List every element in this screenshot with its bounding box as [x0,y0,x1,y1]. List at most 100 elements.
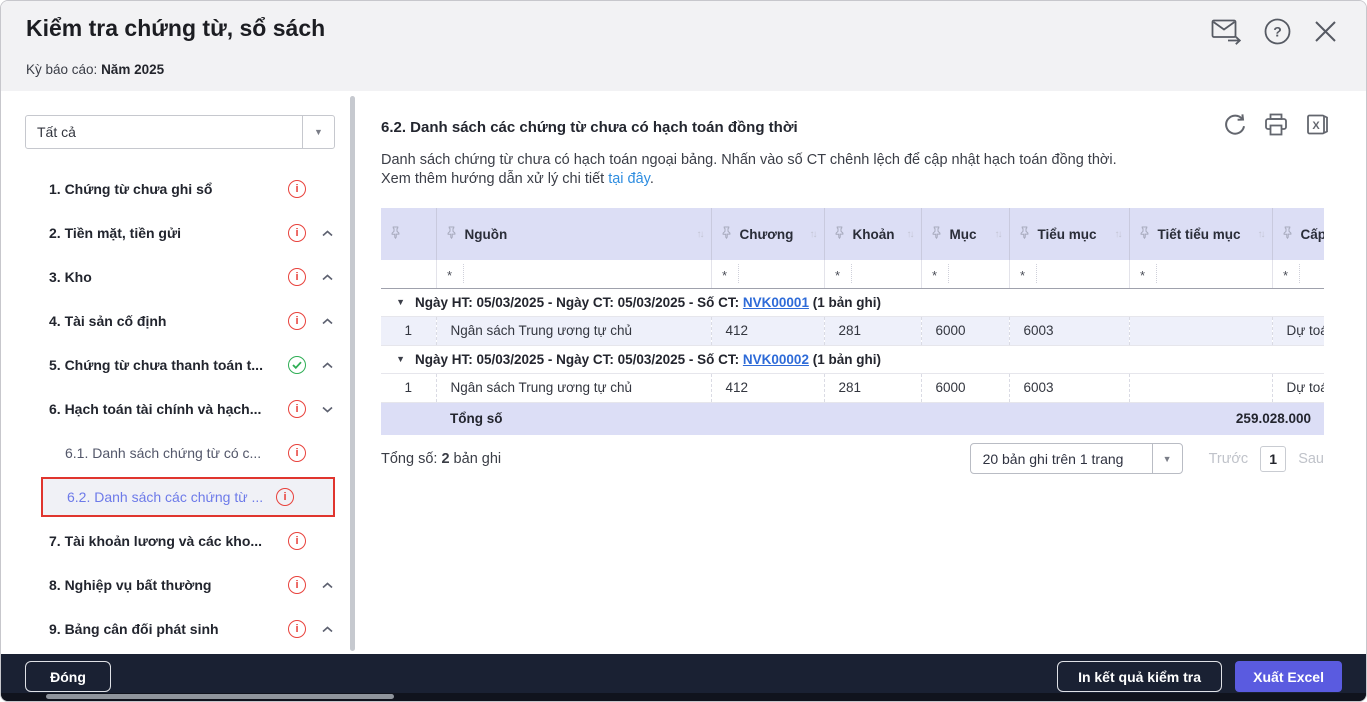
expand-triangle-icon[interactable]: ▼ [381,297,415,307]
sidebar-scrollbar[interactable] [349,96,357,651]
sidebar-item[interactable]: 5. Chứng từ chưa thanh toán t... [1,343,349,387]
filter-input[interactable] [1156,264,1272,283]
dropdown-arrow-icon[interactable]: ▼ [302,116,334,148]
prev-page-button[interactable]: Trước [1209,451,1249,467]
current-page-box[interactable]: 1 [1260,446,1286,472]
filter-cell[interactable]: * [1272,260,1324,288]
sidebar-item[interactable]: 6. Hạch toán tài chính và hạch...i [1,387,349,431]
filter-operator[interactable]: * [1273,264,1299,283]
chevron-up-icon[interactable] [307,274,333,281]
column-header[interactable] [381,208,436,260]
filter-operator[interactable]: * [1010,264,1036,283]
svg-text:X: X [1312,120,1320,132]
horizontal-scrollbar-thumb[interactable] [46,694,394,699]
sidebar-item[interactable]: 3. Khoi [1,255,349,299]
export-excel-button[interactable]: Xuất Excel [1235,661,1342,692]
sidebar-item[interactable]: 6.1. Danh sách chứng từ có c...i [1,431,349,475]
filter-input[interactable] [851,264,921,283]
next-page-button[interactable]: Sau [1298,451,1324,467]
pin-icon[interactable] [834,226,845,242]
sidebar-item[interactable]: 9. Bảng cân đối phát sinhi [1,607,349,651]
chevron-up-icon[interactable] [307,318,333,325]
filter-cell[interactable]: * [436,260,711,288]
column-header[interactable]: Khoản↑↓ [824,208,921,260]
table-row[interactable]: 1Ngân sách Trung ương tự chủ412281600060… [381,316,1324,345]
table-cell: Ngân sách Trung ương tự chủ [436,373,711,402]
pin-icon[interactable] [1019,226,1030,242]
sidebar-scrollbar-thumb[interactable] [350,96,355,651]
horizontal-scrollbar[interactable] [1,693,1366,701]
column-header-label: Tiết tiểu mục [1150,227,1258,242]
filter-cell[interactable]: * [1009,260,1129,288]
column-header[interactable]: Tiết tiểu mục↑↓ [1129,208,1272,260]
sidebar-item[interactable]: 4. Tài sản cố địnhi [1,299,349,343]
pin-icon[interactable] [1282,226,1293,242]
filter-cell[interactable]: * [1129,260,1272,288]
filter-cell[interactable]: * [711,260,824,288]
mail-send-icon[interactable] [1211,18,1242,45]
filter-input[interactable] [948,264,1009,283]
print-results-button[interactable]: In kết quả kiểm tra [1057,661,1222,692]
filter-input[interactable] [1036,264,1129,283]
chevron-up-icon[interactable] [307,582,333,589]
sort-icon[interactable]: ↑↓ [995,229,1003,240]
sort-icon[interactable]: ↑↓ [697,229,705,240]
chevron-up-icon[interactable] [307,230,333,237]
chevron-up-icon[interactable] [307,626,333,633]
pin-icon[interactable] [1139,226,1150,242]
filter-operator[interactable]: * [825,264,851,283]
close-button[interactable]: Đóng [25,661,111,692]
column-header[interactable]: Cấp phát↑↓ [1272,208,1324,260]
chevron-down-icon[interactable] [307,406,333,413]
report-period-label: Kỳ báo cáo: [26,62,97,77]
sidebar-item[interactable]: 8. Nghiệp vụ bất thườngi [1,563,349,607]
dropdown-arrow-icon[interactable]: ▼ [1152,444,1182,473]
sort-icon[interactable]: ↑↓ [1258,229,1266,240]
expand-triangle-icon[interactable]: ▼ [381,354,415,364]
refresh-icon[interactable] [1223,113,1246,136]
group-record-count: (1 bản ghi) [813,352,881,367]
page-size-dropdown[interactable]: 20 bản ghi trên 1 trang ▼ [970,443,1183,474]
doc-number-link[interactable]: NVK00002 [743,352,809,367]
filter-input[interactable] [463,264,711,283]
column-header[interactable]: Nguồn↑↓ [436,208,711,260]
sidebar-item[interactable]: 1. Chứng từ chưa ghi sổi [1,167,349,211]
pin-icon[interactable] [446,226,457,242]
sidebar-item-label: 4. Tài sản cố định [49,313,287,329]
sort-icon[interactable]: ↑↓ [810,229,818,240]
error-icon: i [288,268,306,286]
pin-icon[interactable] [390,226,401,242]
doc-number-link[interactable]: NVK00001 [743,295,809,310]
sort-icon[interactable]: ↑↓ [907,229,915,240]
sidebar-item[interactable]: 6.2. Danh sách các chứng từ ...i [41,477,335,517]
chevron-up-icon[interactable] [307,362,333,369]
column-header[interactable]: Mục↑↓ [921,208,1009,260]
sidebar-item[interactable]: 2. Tiền mặt, tiền gửii [1,211,349,255]
pin-icon[interactable] [931,226,942,242]
filter-cell[interactable]: * [824,260,921,288]
table-cell: 281 [824,373,921,402]
table-cell: 1 [381,373,436,402]
help-icon[interactable]: ? [1264,18,1291,45]
help-link[interactable]: tại đây [608,171,650,187]
filter-operator[interactable]: * [922,264,948,283]
main-panel: 6.2. Danh sách các chứng từ chưa có hạch… [361,91,1366,654]
filter-operator[interactable]: * [1130,264,1156,283]
sidebar-item[interactable]: 7. Tài khoản lương và các kho...i [1,519,349,563]
filter-input[interactable] [1299,264,1325,283]
column-header-label: Chương [732,227,810,242]
sort-icon[interactable]: ↑↓ [1115,229,1123,240]
filter-cell[interactable]: * [921,260,1009,288]
column-header[interactable]: Chương↑↓ [711,208,824,260]
table-row[interactable]: 1Ngân sách Trung ương tự chủ412281600060… [381,373,1324,402]
column-header[interactable]: Tiểu mục↑↓ [1009,208,1129,260]
sidebar-filter-dropdown[interactable]: Tất cả ▼ [25,115,335,149]
print-icon[interactable] [1264,113,1288,136]
filter-operator[interactable]: * [712,264,738,283]
excel-icon[interactable]: X [1306,113,1330,136]
filter-operator[interactable]: * [437,264,463,283]
pin-icon[interactable] [721,226,732,242]
dialog-window: Kiểm tra chứng từ, sổ sách Kỳ báo cáo: N… [0,0,1367,702]
filter-input[interactable] [738,264,824,283]
close-icon[interactable] [1313,19,1338,44]
